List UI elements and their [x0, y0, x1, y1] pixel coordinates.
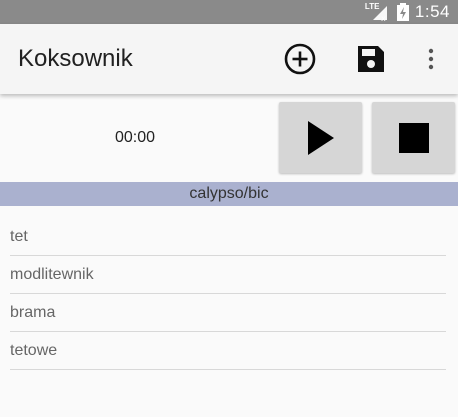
current-station: calypso/bic — [0, 182, 458, 206]
more-vert-icon — [428, 48, 434, 70]
stop-button[interactable] — [372, 102, 455, 173]
battery-icon — [396, 3, 409, 21]
save-button[interactable] — [351, 39, 391, 79]
overflow-menu-button[interactable] — [411, 39, 451, 79]
status-bar: LTE x 1:54 — [0, 0, 458, 24]
add-circle-icon — [284, 43, 316, 75]
status-icons: LTE x 1:54 — [365, 0, 450, 24]
save-icon — [358, 46, 384, 72]
player-controls: 00:00 — [0, 96, 458, 180]
signal-icon: LTE x — [365, 2, 391, 22]
elapsed-time: 00:00 — [114, 129, 156, 146]
list-item-modlitewnik[interactable]: modlitewnik — [10, 256, 446, 294]
app-bar: Koksownik — [0, 24, 458, 94]
add-button[interactable] — [280, 39, 320, 79]
play-icon — [307, 120, 334, 155]
list-item-brama[interactable]: brama — [10, 294, 446, 332]
station-list: tet modlitewnik brama tetowe — [10, 218, 446, 370]
stop-icon — [398, 122, 429, 153]
svg-text:x: x — [381, 14, 386, 22]
play-button[interactable] — [279, 102, 362, 173]
app-screen: LTE x 1:54 Koksownik 00:00 calypso/bic t… — [0, 0, 458, 417]
list-item-tet[interactable]: tet — [10, 218, 446, 256]
list-item-tetowe[interactable]: tetowe — [10, 332, 446, 370]
app-title: Koksownik — [18, 45, 133, 72]
status-time: 1:54 — [414, 2, 450, 21]
